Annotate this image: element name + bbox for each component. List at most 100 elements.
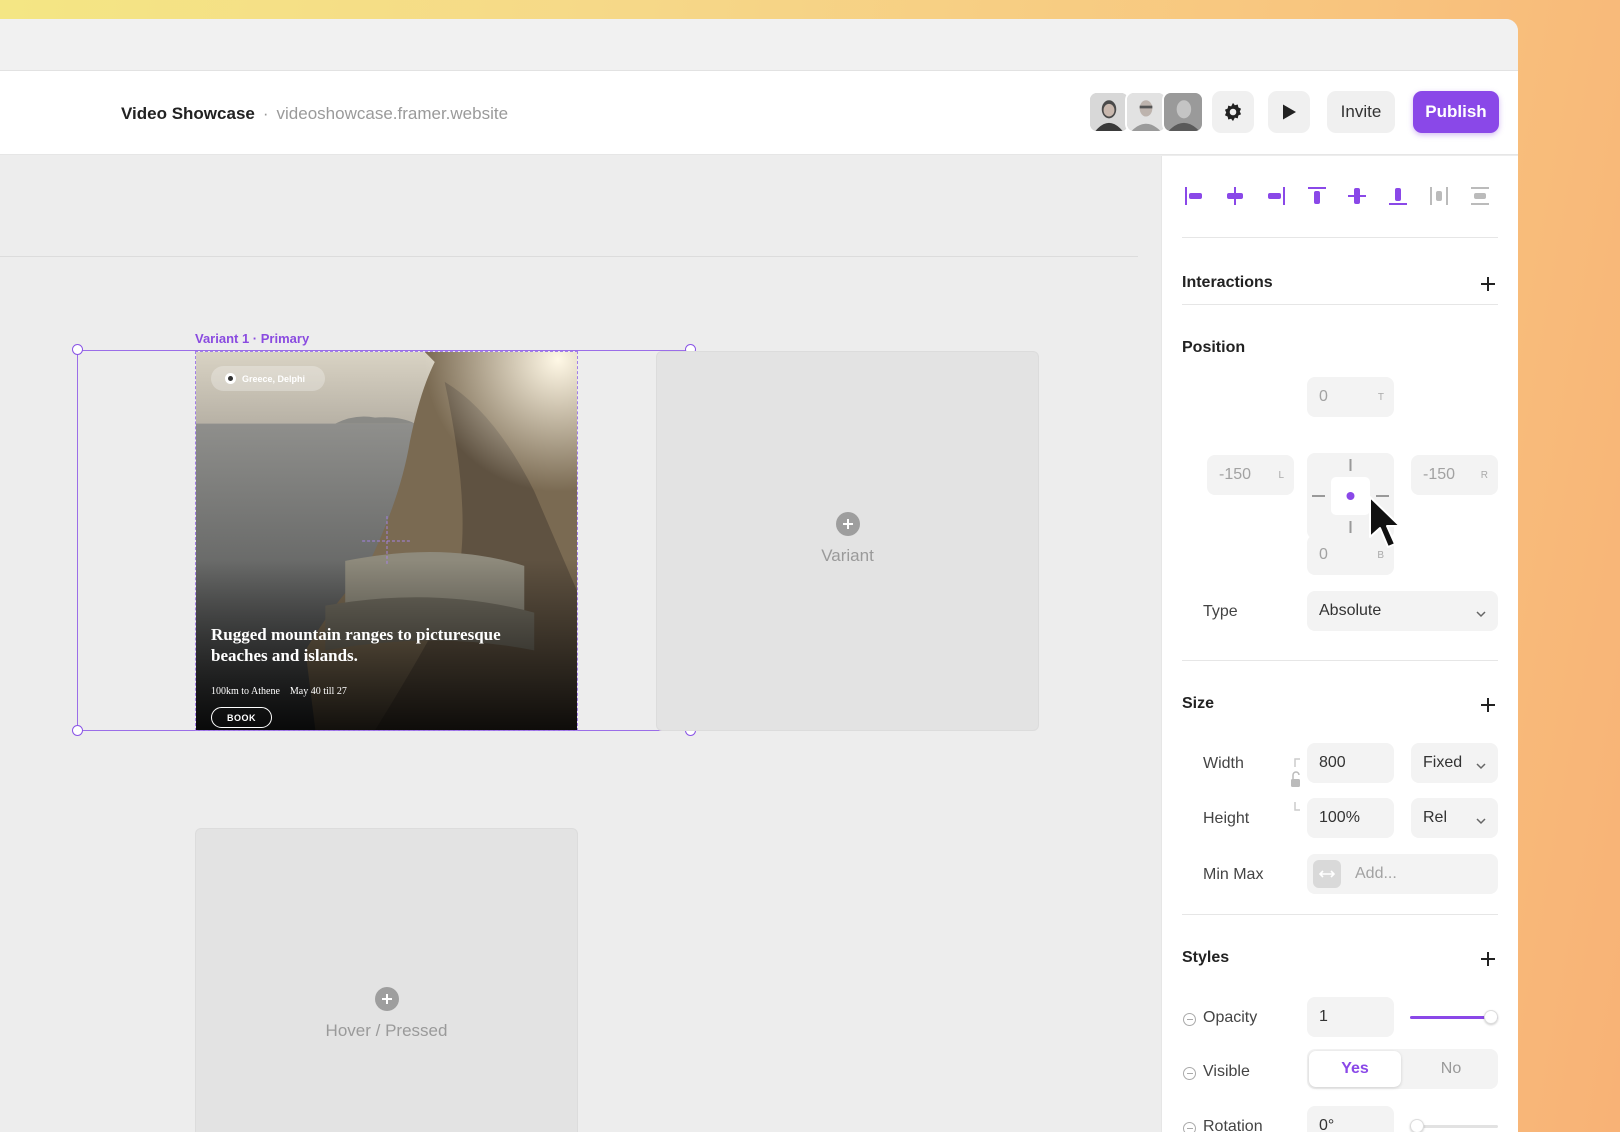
visible-yes-option[interactable]: Yes [1309,1051,1401,1087]
avatar[interactable] [1125,91,1167,133]
align-top-icon[interactable] [1305,184,1329,208]
add-variant-slot[interactable]: Variant [656,351,1039,731]
divider [1182,304,1498,305]
publish-button[interactable]: Publish [1413,91,1499,133]
divider [1182,237,1498,238]
height-mode-select[interactable]: Rel [1411,798,1498,838]
invite-button[interactable]: Invite [1327,91,1395,133]
position-type-select[interactable]: Absolute [1307,591,1498,631]
add-style-icon[interactable] [1480,951,1496,967]
window-titlebar [0,19,1518,71]
position-left-input[interactable]: -150 L [1207,455,1294,495]
divider [1182,914,1498,915]
opacity-input[interactable]: 1 [1307,997,1394,1037]
distribute-vertical-icon[interactable] [1468,184,1492,208]
divider [1182,660,1498,661]
position-bottom-value: 0 [1319,546,1328,563]
add-interaction-icon[interactable] [1480,276,1496,292]
aspect-lock-icon[interactable] [1289,757,1301,812]
rotation-slider[interactable] [1410,1119,1498,1132]
add-variant-icon [835,512,860,536]
project-name[interactable]: Video Showcase [121,104,255,123]
width-mode-value: Fixed [1423,754,1463,771]
design-canvas[interactable]: Variant 1 · Primary Greece, Delphi Rugge… [0,156,1160,1132]
video-thumbnail [196,352,577,730]
position-right-value: -150 [1423,466,1456,483]
rotation-label: Rotation [1203,1118,1263,1132]
visible-no-option[interactable]: No [1405,1051,1497,1087]
framer-window: Video Showcase · videoshowcase.framer.webs… [0,19,1518,1132]
minmax-input[interactable]: Add... [1307,854,1498,894]
position-top-input[interactable]: 0 T [1307,377,1394,417]
opacity-value: 1 [1319,1008,1328,1025]
width-label: Width [1203,755,1244,772]
card-meta: 100km to Athene May 40 till 27 [211,686,347,697]
settings-button[interactable] [1212,91,1254,133]
location-tag: Greece, Delphi [211,366,325,391]
variant-label[interactable]: Variant 1 · Primary [195,331,309,346]
minmax-placeholder: Add... [1355,865,1397,882]
position-top-value: 0 [1319,388,1328,405]
top-toolbar: Video Showcase · videoshowcase.framer.webs… [0,71,1518,155]
align-right-icon[interactable] [1264,184,1288,208]
book-button[interactable]: BOOK [211,707,272,728]
add-hover-label: Hover / Pressed [325,1021,448,1040]
card-distance: 100km to Athene [211,686,280,697]
minmax-label: Min Max [1203,866,1264,883]
avatar[interactable] [1162,91,1204,133]
add-size-icon[interactable] [1480,697,1496,713]
collaborator-avatars [1088,91,1204,133]
width-mode-select[interactable]: Fixed [1411,743,1498,783]
chevron-down-icon [1476,813,1486,825]
avatar[interactable] [1088,91,1130,133]
position-left-value: -150 [1219,466,1252,483]
height-input[interactable]: 100% [1307,798,1394,838]
visible-toggle: Yes No [1307,1049,1498,1089]
height-label: Height [1203,810,1250,827]
gear-icon [1222,101,1244,123]
opacity-slider[interactable] [1410,1010,1498,1024]
preview-button[interactable] [1268,91,1310,133]
size-section-title: Size [1182,695,1215,712]
position-left-suffix: L [1278,469,1284,481]
remove-opacity-icon[interactable] [1183,1013,1196,1026]
alignment-toolbar [1182,176,1492,216]
interactions-section-title: Interactions [1182,274,1273,291]
position-section-title: Position [1182,339,1246,356]
align-center-v-icon[interactable] [1345,184,1369,208]
position-type-value: Absolute [1319,602,1382,619]
align-center-h-icon[interactable] [1223,184,1247,208]
properties-panel: Interactions Position 0 T -150 L -150 R [1161,156,1518,1132]
width-value: 800 [1319,754,1346,771]
height-value: 100% [1319,809,1360,826]
resize-handle-top-left[interactable] [72,344,83,355]
width-input[interactable]: 800 [1307,743,1394,783]
card-title: Rugged mountain ranges to picturesque be… [211,625,501,665]
location-pin-icon [225,373,236,384]
add-variant-label: Variant [821,546,874,565]
add-hover-state-slot[interactable]: Hover / Pressed [195,828,578,1132]
align-left-icon[interactable] [1182,184,1206,208]
card-dates: May 40 till 27 [289,686,347,697]
opacity-slider-knob[interactable] [1484,1010,1498,1024]
align-bottom-icon[interactable] [1386,184,1410,208]
remove-visible-icon[interactable] [1183,1067,1196,1080]
rotation-slider-knob[interactable] [1410,1119,1424,1132]
position-right-input[interactable]: -150 R [1411,455,1498,495]
height-mode-value: Rel [1423,809,1448,826]
add-hover-icon [374,987,399,1011]
resize-arrows-icon [1313,860,1341,888]
breadcrumb-separator: · [262,104,269,123]
project-url[interactable]: videoshowcase.framer.website [277,104,509,123]
rotation-value: 0° [1319,1117,1335,1132]
visible-label: Visible [1203,1063,1250,1080]
resize-handle-bottom-left[interactable] [72,725,83,736]
project-breadcrumb: Video Showcase · videoshowcase.framer.webs… [121,104,508,124]
position-type-label: Type [1203,603,1238,620]
video-card[interactable]: Greece, Delphi Rugged mountain ranges to… [195,351,578,731]
remove-rotation-icon[interactable] [1183,1122,1196,1132]
styles-section-title: Styles [1182,949,1230,966]
position-right-suffix: R [1480,469,1488,481]
distribute-horizontal-icon[interactable] [1427,184,1451,208]
rotation-input[interactable]: 0° [1307,1106,1394,1132]
